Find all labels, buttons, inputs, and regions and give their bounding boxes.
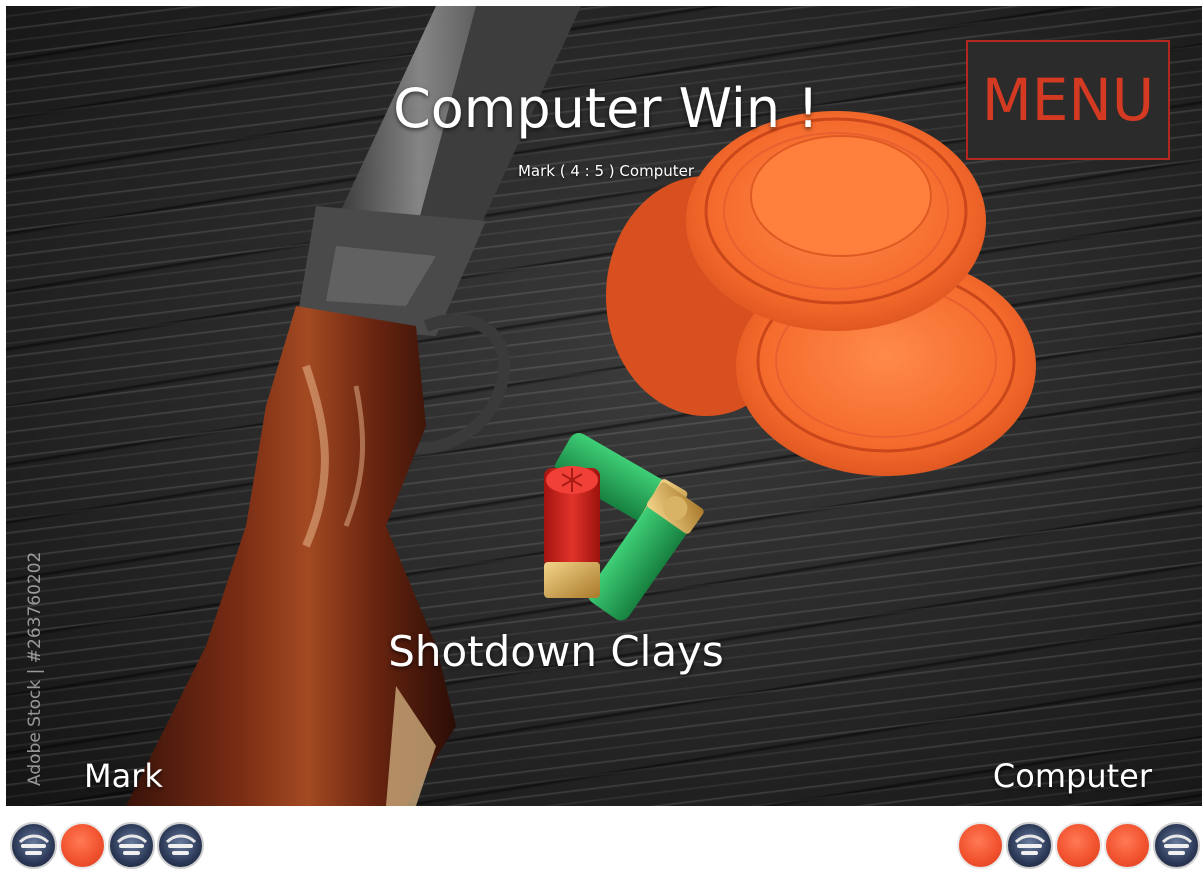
- right-token-hit-4: [1104, 822, 1151, 869]
- player-name-left: Mark: [84, 757, 163, 795]
- sporting-clays-badge-icon: [1161, 834, 1193, 855]
- left-token-miss-4: [157, 822, 204, 869]
- sporting-clays-badge-icon: [1014, 834, 1046, 855]
- left-token-miss-1: [10, 822, 57, 869]
- sporting-clays-badge-icon: [18, 834, 50, 855]
- right-token-miss-5: [1153, 822, 1200, 869]
- menu-button[interactable]: MENU: [966, 40, 1170, 160]
- player-right-score-tokens: [957, 822, 1200, 870]
- right-token-hit-3: [1055, 822, 1102, 869]
- player-name-right: Computer: [992, 757, 1152, 795]
- sporting-clays-badge-icon: [165, 834, 197, 855]
- right-token-hit-1: [957, 822, 1004, 869]
- shotgun-shells-illustration: [544, 433, 704, 621]
- player-left-score-tokens: [10, 822, 204, 870]
- game-screen: Computer Win ! Mark ( 4 : 5 ) Computer S…: [0, 0, 1202, 873]
- left-token-hit-2: [59, 822, 106, 869]
- right-token-miss-2: [1006, 822, 1053, 869]
- sporting-clays-badge-icon: [116, 834, 148, 855]
- score-summary: Mark ( 4 : 5 ) Computer: [517, 162, 694, 180]
- game-title: Shotdown Clays: [388, 627, 724, 676]
- left-token-miss-3: [108, 822, 155, 869]
- result-title: Computer Win !: [393, 77, 819, 140]
- stock-watermark: Adobe Stock | #263760202: [25, 551, 45, 786]
